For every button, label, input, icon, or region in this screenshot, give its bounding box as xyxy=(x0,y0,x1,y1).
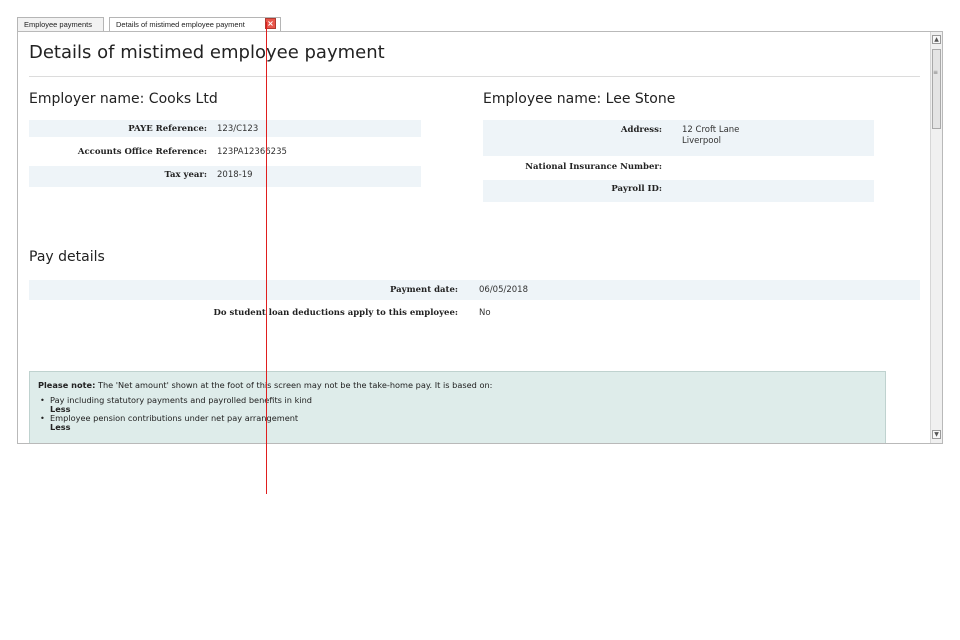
list-item: • Employee pension contributions under n… xyxy=(40,413,877,432)
note-list: • Pay including statutory payments and p… xyxy=(38,396,877,432)
field-value: 123/C123 xyxy=(217,124,259,134)
field-value: 123PA12366235 xyxy=(217,147,287,157)
scroll-thumb[interactable] xyxy=(932,49,941,129)
note-item-text: Pay including statutory payments and pay… xyxy=(50,395,313,405)
field-value: 2018-19 xyxy=(217,170,253,180)
tax-year-row: Tax year: 2018-19 xyxy=(29,166,421,187)
pay-details-heading: Pay details xyxy=(29,249,105,265)
tab-bar: Employee payments Details of mistimed em… xyxy=(17,17,943,32)
field-label: Tax year: xyxy=(164,170,207,180)
address-row: Address: 12 Croft Lane Liverpool xyxy=(483,120,874,156)
address-line-1: 12 Croft Lane xyxy=(682,125,740,135)
note-text: The 'Net amount' shown at the foot of th… xyxy=(95,380,493,390)
tab-employee-payments[interactable]: Employee payments xyxy=(17,17,104,31)
scroll-up-icon[interactable]: ▲ xyxy=(932,35,941,44)
address-line-2: Liverpool xyxy=(682,136,722,146)
list-item: • Pay including statutory payments and p… xyxy=(40,395,877,414)
scroll-down-icon[interactable]: ▼ xyxy=(932,430,941,439)
details-panel: Details of mistimed employee payment Emp… xyxy=(17,31,943,444)
grip-icon: ≡ xyxy=(933,69,939,76)
payment-date-value: 06/05/2018 xyxy=(479,285,528,295)
field-label: Accounts Office Reference: xyxy=(77,147,207,157)
ni-label: National Insurance Number: xyxy=(525,162,662,172)
divider xyxy=(29,76,920,77)
employer-heading: Employer name: Cooks Ltd xyxy=(29,91,218,107)
payment-date-row: Payment date: 06/05/2018 xyxy=(29,280,920,300)
tab-mistimed-payment-details[interactable]: Details of mistimed employee payment xyxy=(109,17,281,32)
accounts-office-row: Accounts Office Reference: 123PA12366235 xyxy=(29,143,421,160)
bullet-icon: • xyxy=(40,395,45,405)
vertical-scrollbar[interactable]: ▲ ≡ ▼ xyxy=(930,32,942,443)
address-label: Address: xyxy=(620,125,662,135)
net-amount-note: Please note: The 'Net amount' shown at t… xyxy=(29,371,886,443)
paye-row: PAYE Reference: 123/C123 xyxy=(29,120,421,137)
note-item-suffix: Less xyxy=(50,422,71,432)
page-title: Details of mistimed employee payment xyxy=(29,42,385,63)
payroll-id-row: Payroll ID: xyxy=(483,180,874,202)
employee-heading: Employee name: Lee Stone xyxy=(483,91,676,107)
annotation-line xyxy=(266,22,267,494)
note-prefix: Please note: xyxy=(38,380,96,390)
note-item-text: Employee pension contributions under net… xyxy=(50,413,299,423)
field-label: PAYE Reference: xyxy=(128,124,207,134)
student-loan-value: No xyxy=(479,308,491,318)
tab-label: Details of mistimed employee payment xyxy=(116,20,245,29)
student-loan-row: Do student loan deductions apply to this… xyxy=(29,305,920,323)
tab-label: Employee payments xyxy=(24,20,92,29)
payment-date-label: Payment date: xyxy=(390,285,458,295)
bullet-icon: • xyxy=(40,413,45,423)
ni-row: National Insurance Number: xyxy=(483,159,874,176)
payroll-id-label: Payroll ID: xyxy=(611,184,662,194)
student-loan-label: Do student loan deductions apply to this… xyxy=(213,308,458,318)
note-intro: Please note: The 'Net amount' shown at t… xyxy=(38,380,877,390)
